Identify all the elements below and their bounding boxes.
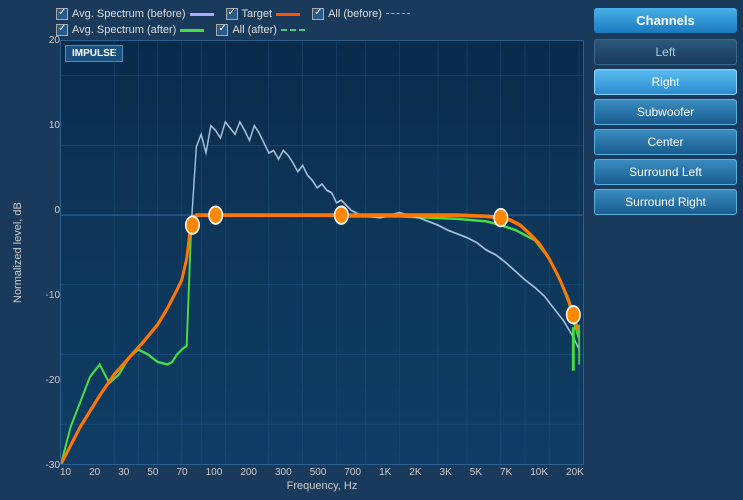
legend-avg-after-label: Avg. Spectrum (after) [72,24,176,36]
y-axis-label: Normalized level, dB [8,40,28,465]
legend-all-before-label: All (before) [328,8,382,20]
channel-btn-subwoofer[interactable]: Subwoofer [594,99,737,125]
x-tick-20k: 20K [566,467,584,478]
legend-target-line [276,13,300,16]
legend-row-2: Avg. Spectrum (after) All (after) [8,24,584,36]
graph-container: IMPULSE [60,40,584,465]
checkbox-avg-before[interactable] [56,8,68,20]
legend-avg-before-label: Avg. Spectrum (before) [72,8,186,20]
checkbox-target[interactable] [226,8,238,20]
x-ticks: 10 20 30 50 70 100 200 300 500 700 1K 2K… [60,467,584,478]
legend-all-after-line [281,29,305,32]
x-tick-50: 50 [147,467,158,478]
legend-all-before: All (before) [312,8,410,20]
x-tick-10k: 10K [530,467,548,478]
channel-btn-center[interactable]: Center [594,129,737,155]
legend-avg-after-line [180,29,204,32]
channel-btn-left[interactable]: Left [594,39,737,65]
channel-btn-right[interactable]: Right [594,69,737,95]
checkbox-all-before[interactable] [312,8,324,20]
legend-target: Target [226,8,301,20]
legend-avg-before: Avg. Spectrum (before) [56,8,214,20]
chart-area: Avg. Spectrum (before) Target All (befor… [0,0,588,500]
x-tick-100: 100 [206,467,223,478]
main-container: Avg. Spectrum (before) Target All (befor… [0,0,743,500]
y-ticks: 20 10 0 -10 -20 -30 [32,40,60,465]
x-tick-10: 10 [60,467,71,478]
chart-svg [61,41,583,464]
legend-avg-before-line [190,13,214,16]
checkbox-all-after[interactable] [216,24,228,36]
x-axis-area: 10 20 30 50 70 100 200 300 500 700 1K 2K… [8,467,584,478]
x-tick-7k: 7K [500,467,512,478]
legend-row-1: Avg. Spectrum (before) Target All (befor… [8,8,584,20]
legend-all-after: All (after) [216,24,305,36]
legend-all-before-line [386,13,410,15]
x-tick-3k: 3K [440,467,452,478]
x-tick-200: 200 [240,467,257,478]
x-tick-500: 500 [310,467,327,478]
sidebar-title: Channels [594,8,737,33]
x-tick-1k: 1K [379,467,391,478]
legend-avg-after: Avg. Spectrum (after) [56,24,204,36]
sidebar: Channels Left Right Subwoofer Center Sur… [588,0,743,500]
legend-all-after-label: All (after) [232,24,277,36]
x-tick-700: 700 [344,467,361,478]
x-tick-20: 20 [89,467,100,478]
x-tick-2k: 2K [409,467,421,478]
x-tick-30: 30 [118,467,129,478]
channel-btn-surround-right[interactable]: Surround Right [594,189,737,215]
x-axis-label: Frequency, Hz [8,480,584,492]
x-tick-300: 300 [275,467,292,478]
x-tick-5k: 5K [470,467,482,478]
chart-wrapper: Normalized level, dB 20 10 0 -10 -20 -30… [8,40,584,465]
legend-target-label: Target [242,8,273,20]
channel-btn-surround-left[interactable]: Surround Left [594,159,737,185]
x-tick-70: 70 [177,467,188,478]
